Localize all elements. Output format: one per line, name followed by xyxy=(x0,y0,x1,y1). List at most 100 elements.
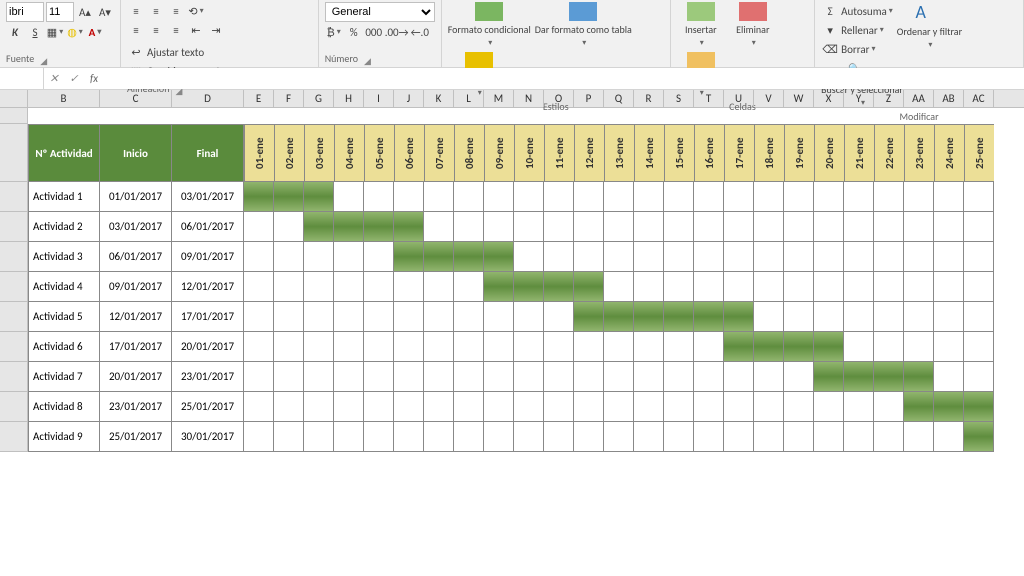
activity-name[interactable]: Actividad 1 xyxy=(28,182,100,212)
align-top-icon[interactable]: ≡ xyxy=(127,2,145,20)
gantt-cell[interactable] xyxy=(424,392,454,422)
gantt-cell[interactable] xyxy=(874,242,904,272)
gantt-cell[interactable] xyxy=(694,302,724,332)
gantt-cell[interactable] xyxy=(814,182,844,212)
col-header-M[interactable]: M xyxy=(484,90,514,107)
increase-decimal-icon[interactable]: .00→ xyxy=(385,23,409,41)
col-header-U[interactable]: U xyxy=(724,90,754,107)
gantt-cell[interactable] xyxy=(934,332,964,362)
gantt-cell[interactable] xyxy=(574,332,604,362)
gantt-cell[interactable] xyxy=(664,272,694,302)
gantt-cell[interactable] xyxy=(844,212,874,242)
gantt-cell[interactable] xyxy=(754,212,784,242)
gantt-cell[interactable] xyxy=(784,212,814,242)
gantt-cell[interactable] xyxy=(874,422,904,452)
gantt-cell[interactable] xyxy=(334,392,364,422)
col-header-D[interactable]: D xyxy=(172,90,244,107)
col-header-C[interactable]: C xyxy=(100,90,172,107)
col-header-R[interactable]: R xyxy=(634,90,664,107)
col-header-F[interactable]: F xyxy=(274,90,304,107)
gantt-cell[interactable] xyxy=(814,212,844,242)
gantt-cell[interactable] xyxy=(874,362,904,392)
gantt-cell[interactable] xyxy=(274,392,304,422)
col-header-W[interactable]: W xyxy=(784,90,814,107)
gantt-cell[interactable] xyxy=(304,332,334,362)
gantt-cell[interactable] xyxy=(754,242,784,272)
gantt-cell[interactable] xyxy=(244,332,274,362)
gantt-cell[interactable] xyxy=(934,242,964,272)
gantt-cell[interactable] xyxy=(364,242,394,272)
gantt-cell[interactable] xyxy=(574,422,604,452)
col-header-Q[interactable]: Q xyxy=(604,90,634,107)
gantt-cell[interactable] xyxy=(694,182,724,212)
activity-start[interactable]: 03/01/2017 xyxy=(100,212,172,242)
activity-end[interactable]: 09/01/2017 xyxy=(172,242,244,272)
gantt-cell[interactable] xyxy=(724,332,754,362)
gantt-cell[interactable] xyxy=(244,212,274,242)
gantt-cell[interactable] xyxy=(364,272,394,302)
gantt-cell[interactable] xyxy=(904,302,934,332)
gantt-cell[interactable] xyxy=(874,332,904,362)
gantt-cell[interactable] xyxy=(904,242,934,272)
gantt-cell[interactable] xyxy=(904,182,934,212)
gantt-cell[interactable] xyxy=(874,392,904,422)
gantt-cell[interactable] xyxy=(484,242,514,272)
gantt-cell[interactable] xyxy=(694,272,724,302)
activity-name[interactable]: Actividad 7 xyxy=(28,362,100,392)
accept-formula-icon[interactable]: ✓ xyxy=(64,72,84,85)
gantt-cell[interactable] xyxy=(574,182,604,212)
gantt-cell[interactable] xyxy=(844,362,874,392)
italic-button[interactable]: K xyxy=(6,23,24,41)
gantt-cell[interactable] xyxy=(604,182,634,212)
gantt-cell[interactable] xyxy=(484,362,514,392)
activity-start[interactable]: 12/01/2017 xyxy=(100,302,172,332)
activity-end[interactable]: 25/01/2017 xyxy=(172,392,244,422)
gantt-cell[interactable] xyxy=(244,422,274,452)
gantt-cell[interactable] xyxy=(274,212,304,242)
gantt-cell[interactable] xyxy=(904,212,934,242)
gantt-cell[interactable] xyxy=(874,272,904,302)
fill-icon[interactable]: ▾ xyxy=(821,21,839,39)
gantt-cell[interactable] xyxy=(244,362,274,392)
gantt-cell[interactable] xyxy=(454,242,484,272)
gantt-cell[interactable] xyxy=(304,242,334,272)
col-header-N[interactable]: N xyxy=(514,90,544,107)
autosum-icon[interactable]: Σ xyxy=(821,2,839,20)
col-header-Y[interactable]: Y xyxy=(844,90,874,107)
col-header-I[interactable]: I xyxy=(364,90,394,107)
activity-end[interactable]: 06/01/2017 xyxy=(172,212,244,242)
gantt-cell[interactable] xyxy=(334,332,364,362)
gantt-cell[interactable] xyxy=(814,332,844,362)
activity-start[interactable]: 23/01/2017 xyxy=(100,392,172,422)
gantt-cell[interactable] xyxy=(964,332,994,362)
gantt-cell[interactable] xyxy=(904,332,934,362)
gantt-cell[interactable] xyxy=(694,422,724,452)
font-color-button[interactable]: A xyxy=(86,23,104,41)
align-right-icon[interactable]: ≡ xyxy=(167,21,185,39)
orientation-icon[interactable]: ⟲ xyxy=(187,2,205,20)
gantt-cell[interactable] xyxy=(814,302,844,332)
gantt-cell[interactable] xyxy=(664,302,694,332)
fill-color-button[interactable]: ◍ xyxy=(66,23,84,41)
gantt-cell[interactable] xyxy=(604,242,634,272)
gantt-cell[interactable] xyxy=(514,272,544,302)
gantt-cell[interactable] xyxy=(484,332,514,362)
gantt-cell[interactable] xyxy=(934,182,964,212)
gantt-cell[interactable] xyxy=(964,212,994,242)
increase-font-icon[interactable]: A▴ xyxy=(76,3,94,21)
gantt-cell[interactable] xyxy=(394,422,424,452)
gantt-cell[interactable] xyxy=(514,182,544,212)
gantt-cell[interactable] xyxy=(484,272,514,302)
gantt-cell[interactable] xyxy=(814,422,844,452)
gantt-cell[interactable] xyxy=(934,392,964,422)
activity-end[interactable]: 30/01/2017 xyxy=(172,422,244,452)
gantt-cell[interactable] xyxy=(514,302,544,332)
gantt-cell[interactable] xyxy=(724,302,754,332)
gantt-cell[interactable] xyxy=(844,392,874,422)
gantt-cell[interactable] xyxy=(844,332,874,362)
percent-icon[interactable]: % xyxy=(345,23,363,41)
gantt-cell[interactable] xyxy=(424,242,454,272)
number-format-select[interactable]: General xyxy=(325,2,435,22)
col-header-E[interactable]: E xyxy=(244,90,274,107)
gantt-cell[interactable] xyxy=(784,362,814,392)
